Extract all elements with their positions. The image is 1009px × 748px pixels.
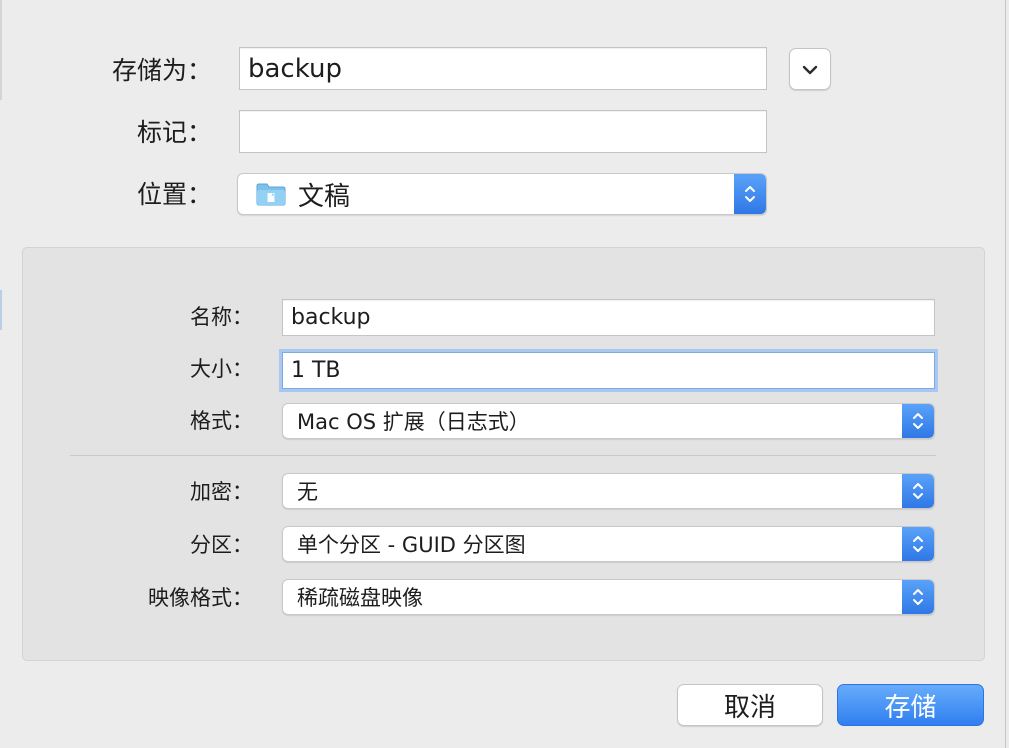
name-label: 名称： [190,305,253,329]
cancel-button[interactable]: 取消 [677,684,823,726]
location-popup[interactable]: 文稿 [237,173,767,215]
encryption-label: 加密： [190,480,253,504]
left-edge-line [0,290,2,330]
format-popup[interactable]: Mac OS 扩展（日志式） [282,403,935,439]
name-value: backup [291,305,371,330]
partitions-label: 分区： [190,533,253,557]
left-edge-line [0,0,2,100]
encryption-value: 无 [297,480,318,504]
up-down-arrows-icon [902,404,934,438]
save-as-value: backup [248,53,342,84]
format-label: 格式： [190,409,253,433]
size-label: 大小： [190,357,253,381]
partitions-popup[interactable]: 单个分区 - GUID 分区图 [282,526,935,562]
chevron-down-icon [802,60,818,79]
image-format-value: 稀疏磁盘映像 [297,586,423,610]
size-field[interactable]: 1 TB [282,352,935,389]
up-down-arrows-icon [902,527,934,561]
name-field[interactable]: backup [282,299,935,336]
save-as-label: 存储为： [111,56,212,85]
partitions-value: 单个分区 - GUID 分区图 [297,533,526,557]
location-label: 位置： [136,180,212,209]
save-as-field[interactable]: backup [239,47,767,90]
up-down-arrows-icon [902,474,934,508]
up-down-arrows-icon [734,174,766,214]
size-value: 1 TB [291,358,341,383]
up-down-arrows-icon [902,580,934,614]
save-dialog: 存储为： backup 标记： 位置： 文稿 名称： backup 大小： 1 … [0,0,1006,748]
expand-button[interactable] [789,48,831,90]
encryption-popup[interactable]: 无 [282,473,935,509]
options-separator [70,455,936,456]
tags-label: 标记： [136,118,212,147]
tags-field[interactable] [239,110,767,153]
location-value: 文稿 [298,181,351,212]
image-format-label: 映像格式： [148,586,253,610]
folder-icon [256,182,286,206]
image-format-popup[interactable]: 稀疏磁盘映像 [282,579,935,615]
save-button[interactable]: 存储 [837,684,984,726]
format-value: Mac OS 扩展（日志式） [297,410,530,434]
